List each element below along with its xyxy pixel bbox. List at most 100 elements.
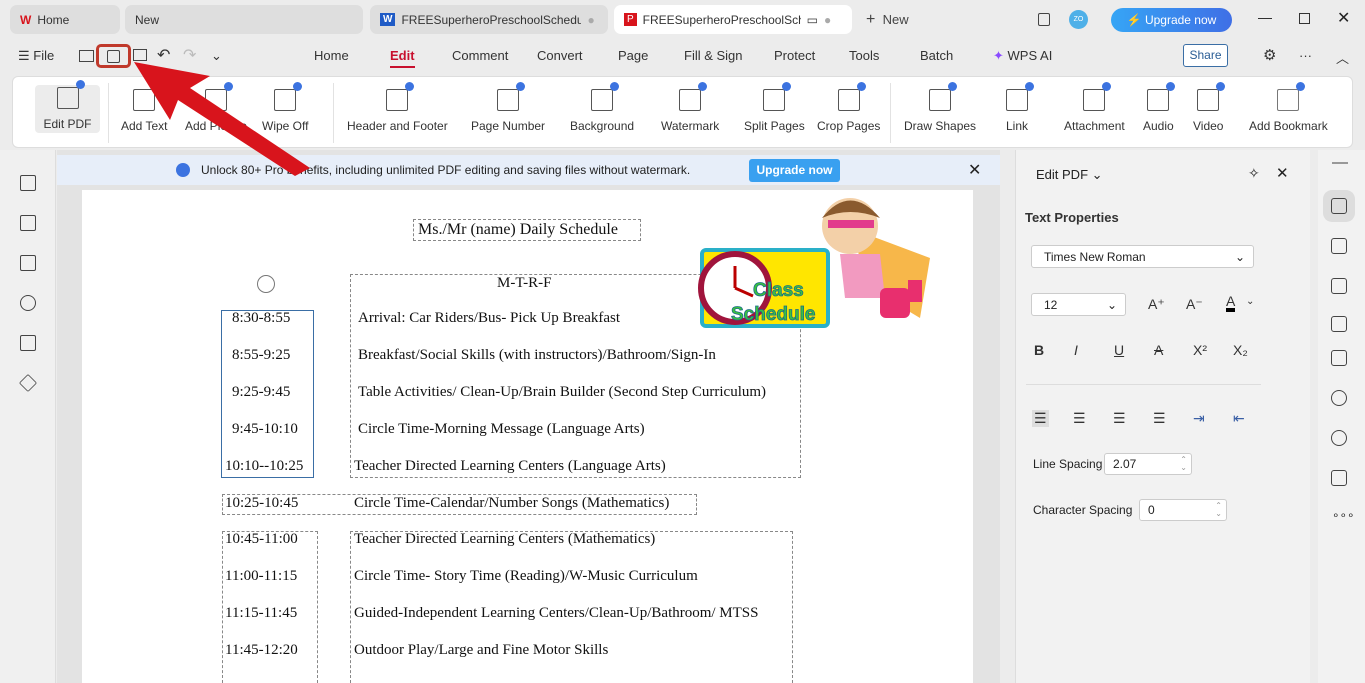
new-tab-button[interactable]: + New (866, 11, 909, 29)
decrease-font-icon[interactable]: A⁻ (1186, 296, 1203, 313)
align-left-icon[interactable]: ☰ (1032, 410, 1049, 427)
watermark-button[interactable]: Watermark (661, 77, 719, 149)
collapse-ribbon-icon[interactable]: ︿ (1336, 48, 1349, 67)
schedule-time[interactable]: 9:45-10:10 (232, 421, 298, 438)
compare-icon[interactable] (1331, 316, 1347, 332)
font-size-select[interactable]: 12 ⌄ (1031, 293, 1126, 316)
scan-icon[interactable] (1331, 350, 1347, 366)
font-color-icon[interactable]: A (1226, 294, 1236, 312)
document-title[interactable]: Ms./Mr (name) Daily Schedule (418, 221, 618, 239)
upgrade-button[interactable]: ⚡ Upgrade now (1111, 8, 1232, 32)
file-menu[interactable]: ☰ File (18, 48, 54, 64)
edit-pdf-button[interactable]: Edit PDF (35, 80, 100, 133)
schedule-time[interactable]: 8:30-8:55 (232, 310, 290, 327)
bold-button[interactable]: B (1034, 342, 1044, 358)
menu-page[interactable]: Page (618, 48, 648, 63)
pdf-page[interactable]: Ms./Mr (name) Daily Schedule M-T-R-F 8:3… (82, 190, 973, 683)
read-icon[interactable] (1331, 470, 1347, 486)
more-icon[interactable]: ∘∘∘ (1332, 508, 1355, 522)
rotate-handle[interactable] (257, 275, 275, 293)
schedule-activity[interactable]: Outdoor Play/Large and Fine Motor Skills (354, 642, 608, 659)
avatar[interactable]: ZO (1069, 10, 1088, 29)
close-banner-icon[interactable]: ✕ (968, 160, 981, 180)
draw-shapes-button[interactable]: Draw Shapes (904, 77, 976, 149)
attachment-icon[interactable] (20, 295, 36, 311)
tab-pdf-doc[interactable]: P FREESuperheroPreschoolSche ▭ ● (614, 5, 852, 34)
schedule-activity[interactable]: Teacher Directed Learning Centers (Mathe… (354, 531, 655, 548)
underline-button[interactable]: U (1114, 342, 1124, 358)
minimize-button[interactable]: — (1258, 9, 1272, 25)
open-folder-icon[interactable] (79, 50, 94, 62)
page-number-button[interactable]: Page Number (471, 77, 545, 149)
menu-comment[interactable]: Comment (452, 48, 508, 63)
schedule-time[interactable]: 8:55-9:25 (232, 347, 290, 364)
wps-ai-button[interactable]: ✦ WPS AI (993, 48, 1052, 64)
menu-protect[interactable]: Protect (774, 48, 815, 63)
document-viewer[interactable]: Ms./Mr (name) Daily Schedule M-T-R-F 8:3… (57, 150, 1000, 683)
align-right-icon[interactable]: ☰ (1113, 410, 1126, 427)
gear-icon[interactable]: ⚙ (1263, 46, 1276, 64)
font-family-select[interactable]: Times New Roman ⌄ (1031, 245, 1254, 268)
stepper-icon[interactable]: ⌃ ⌄ (1180, 456, 1187, 472)
superscript-button[interactable]: X² (1193, 342, 1207, 358)
schedule-activity[interactable]: Circle Time-Calendar/Number Songs (Mathe… (354, 495, 669, 512)
schedule-time[interactable]: 10:45-11:00 (225, 531, 298, 548)
search-icon[interactable] (1331, 390, 1347, 406)
split-pages-button[interactable]: Split Pages (744, 77, 805, 149)
banner-upgrade-button[interactable]: Upgrade now (749, 158, 840, 182)
audio-button[interactable]: Audio (1143, 77, 1176, 149)
close-panel-icon[interactable]: ✕ (1276, 164, 1289, 182)
bookmark-icon[interactable] (20, 175, 36, 191)
panel-title-dropdown[interactable]: Edit PDF ⌄ (1036, 167, 1103, 183)
menu-edit[interactable]: Edit (390, 48, 415, 68)
thumbnail-icon[interactable] (20, 215, 36, 231)
tab-new[interactable]: New (125, 5, 363, 34)
schedule-time[interactable]: 10:25-10:45 (225, 495, 298, 512)
schedule-activity[interactable]: Guided-Independent Learning Centers/Clea… (354, 605, 759, 622)
subscript-button[interactable]: X₂ (1233, 342, 1248, 358)
schedule-activity[interactable]: Circle Time- Story Time (Reading)/W-Musi… (354, 568, 698, 585)
outdent-icon[interactable]: ⇤ (1233, 410, 1245, 427)
indent-icon[interactable]: ⇥ (1193, 410, 1205, 427)
tab-word-doc[interactable]: W FREESuperheroPreschoolSchedule ● (370, 5, 608, 34)
signature-icon[interactable] (20, 335, 36, 351)
schedule-time[interactable]: 11:15-11:45 (225, 605, 297, 622)
menu-fill-sign[interactable]: Fill & Sign (684, 48, 743, 63)
edit-icon[interactable] (1331, 198, 1347, 214)
pin-icon[interactable]: ✧ (1248, 165, 1260, 182)
menu-tools[interactable]: Tools (849, 48, 879, 63)
strikethrough-button[interactable]: A (1154, 342, 1163, 358)
schedule-activity[interactable]: Arrival: Car Riders/Bus- Pick Up Breakfa… (358, 310, 620, 327)
link-button[interactable]: Link (1006, 77, 1034, 149)
add-bookmark-button[interactable]: Add Bookmark (1249, 77, 1328, 149)
schedule-activity[interactable]: Circle Time-Morning Message (Language Ar… (358, 421, 645, 438)
attachment-button[interactable]: Attachment (1064, 77, 1125, 149)
schedule-time[interactable]: 11:45-12:20 (225, 642, 298, 659)
comment-icon[interactable] (20, 255, 36, 271)
align-center-icon[interactable]: ☰ (1073, 410, 1086, 427)
video-button[interactable]: Video (1193, 77, 1226, 149)
maximize-button[interactable] (1299, 13, 1310, 24)
line-spacing-input[interactable]: 2.07 ⌃ ⌄ (1104, 453, 1192, 475)
increase-font-icon[interactable]: A⁺ (1148, 296, 1165, 313)
header-footer-button[interactable]: Header and Footer (347, 77, 448, 149)
crop-pages-button[interactable]: Crop Pages (817, 77, 880, 149)
tab-home[interactable]: W Home (10, 5, 120, 34)
schedule-time[interactable]: 10:10--10:25 (225, 458, 303, 475)
export-icon[interactable] (1331, 238, 1347, 254)
stepper-icon[interactable]: ⌃ ⌄ (1215, 502, 1222, 518)
schedule-time[interactable]: 11:00-11:15 (225, 568, 297, 585)
menu-batch[interactable]: Batch (920, 48, 953, 63)
layers-icon[interactable] (18, 373, 38, 393)
schedule-activity[interactable]: Teacher Directed Learning Centers (Langu… (354, 458, 666, 475)
share-button[interactable]: Share (1183, 44, 1228, 67)
schedule-time[interactable]: 9:25-9:45 (232, 384, 290, 401)
italic-button[interactable]: I (1074, 342, 1078, 358)
sign-icon[interactable] (1331, 278, 1347, 294)
more-icon[interactable]: ··· (1299, 48, 1312, 63)
close-window-button[interactable]: ✕ (1337, 8, 1350, 28)
justify-icon[interactable]: ☰ (1153, 410, 1166, 427)
chevron-down-icon[interactable]: ⌄ (1246, 296, 1254, 307)
character-spacing-input[interactable]: 0 ⌃ ⌄ (1139, 499, 1227, 521)
help-icon[interactable] (1331, 430, 1347, 446)
